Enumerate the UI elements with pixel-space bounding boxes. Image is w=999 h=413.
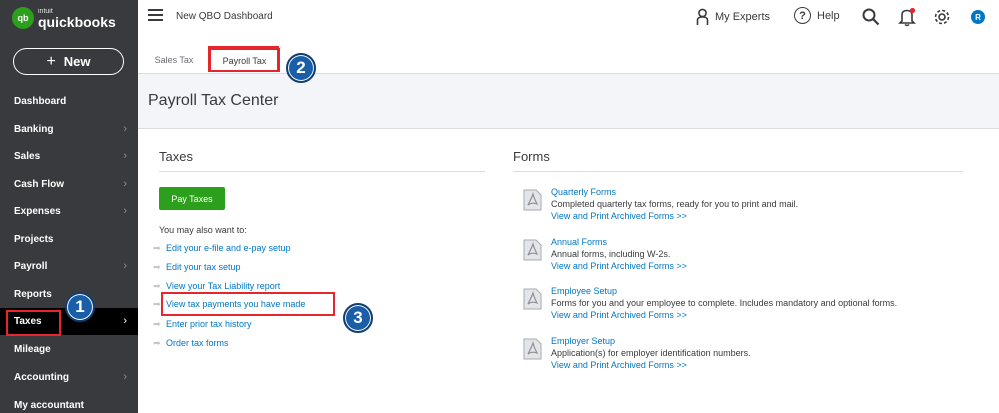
dashboard-title: New QBO Dashboard [176,11,273,22]
pdf-document-icon [523,189,542,211]
sidebar-item-banking[interactable]: Banking › [0,116,138,143]
my-experts-label: My Experts [715,11,771,23]
step-badge-1: 1 [65,292,95,322]
chevron-right-icon: › [123,123,127,135]
highlight-view-tax-payments [161,292,335,316]
sidebar-item-payroll[interactable]: Payroll › [0,253,138,280]
chevron-right-icon: › [123,315,127,327]
form-title[interactable]: Employer Setup [551,336,615,346]
chevron-right-icon: › [123,150,127,162]
edit-tax-setup-link[interactable]: ➡ Edit your tax setup [153,260,241,274]
taxes-divider [159,171,485,172]
taxes-heading: Taxes [159,149,193,164]
form-title[interactable]: Annual Forms [551,237,607,247]
step-badge-2: 2 [286,53,316,83]
question-icon: ? [794,7,811,24]
sidebar-item-accounting[interactable]: Accounting › [0,364,138,391]
gear-icon[interactable] [932,7,952,27]
sidebar: qb intuit quickbooks + New Dashboard Ban… [0,0,138,413]
plus-icon: + [46,52,56,70]
arrow-right-icon: ➡ [153,242,161,253]
form-description: Forms for you and your employee to compl… [551,298,898,308]
new-button[interactable]: + New [13,48,124,75]
brand-name: quickbooks [38,13,116,30]
forms-heading: Forms [513,149,550,164]
tab-sales-tax[interactable]: Sales Tax [150,48,198,72]
form-title[interactable]: Quarterly Forms [551,187,616,197]
help-button[interactable]: ? Help [794,7,840,24]
pdf-document-icon [523,338,542,360]
sidebar-item-projects[interactable]: Projects [0,226,138,253]
view-archived-forms-link[interactable]: View and Print Archived Forms >> [551,211,687,221]
person-icon [696,8,709,25]
chevron-right-icon: › [123,205,127,217]
pdf-document-icon [523,288,542,310]
top-bar: New QBO Dashboard My Experts ? Help R [138,0,999,38]
view-archived-forms-link[interactable]: View and Print Archived Forms >> [551,310,687,320]
sidebar-item-cash-flow[interactable]: Cash Flow › [0,171,138,198]
highlight-taxes [6,310,61,336]
hamburger-menu-icon[interactable] [148,9,163,23]
sidebar-item-mileage[interactable]: Mileage [0,336,138,363]
highlight-payroll-tax-tab [208,46,279,72]
arrow-right-icon: ➡ [153,280,161,291]
quickbooks-logo[interactable]: qb intuit quickbooks [12,6,116,30]
sidebar-item-dashboard[interactable]: Dashboard [0,88,138,115]
main-content: Taxes Pay Taxes You may also want to: ➡ E… [138,129,999,413]
form-description: Application(s) for employer identificati… [551,348,751,358]
help-label: Help [817,9,840,22]
form-title[interactable]: Employee Setup [551,286,617,296]
sidebar-item-my-accountant[interactable]: My accountant [0,392,138,413]
page-title: Payroll Tax Center [148,92,279,109]
page-header: Payroll Tax Center [138,73,999,129]
view-archived-forms-link[interactable]: View and Print Archived Forms >> [551,261,687,271]
edit-efile-epay-link[interactable]: ➡ Edit your e-file and e-pay setup [153,241,291,255]
chevron-right-icon: › [123,260,127,272]
step-badge-3: 3 [343,303,373,333]
forms-divider [513,171,963,172]
chevron-right-icon: › [123,371,127,383]
brand-small: intuit [38,7,53,15]
my-experts-button[interactable]: My Experts [696,8,770,26]
arrow-right-icon: ➡ [153,261,161,272]
arrow-right-icon: ➡ [153,318,161,329]
view-archived-forms-link[interactable]: View and Print Archived Forms >> [551,360,687,370]
order-tax-forms-link[interactable]: ➡ Order tax forms [153,336,229,350]
search-icon[interactable] [862,8,880,26]
form-description: Completed quarterly tax forms, ready for… [551,199,799,209]
avatar[interactable]: R [971,10,985,24]
sidebar-item-expenses[interactable]: Expenses › [0,198,138,225]
pay-taxes-button[interactable]: Pay Taxes [159,187,225,210]
new-button-label: New [63,54,91,69]
sidebar-item-sales[interactable]: Sales › [0,143,138,170]
may-also-label: You may also want to: [159,225,247,235]
bell-icon[interactable] [898,7,916,27]
qb-logo-icon: qb [12,7,34,29]
form-description: Annual forms, including W-2s. [551,249,671,259]
arrow-right-icon: ➡ [153,337,161,348]
pdf-document-icon [523,239,542,261]
enter-prior-tax-history-link[interactable]: ➡ Enter prior tax history [153,317,252,331]
tax-liability-report-link[interactable]: ➡ View your Tax Liability report [153,279,280,293]
chevron-right-icon: › [123,178,127,190]
